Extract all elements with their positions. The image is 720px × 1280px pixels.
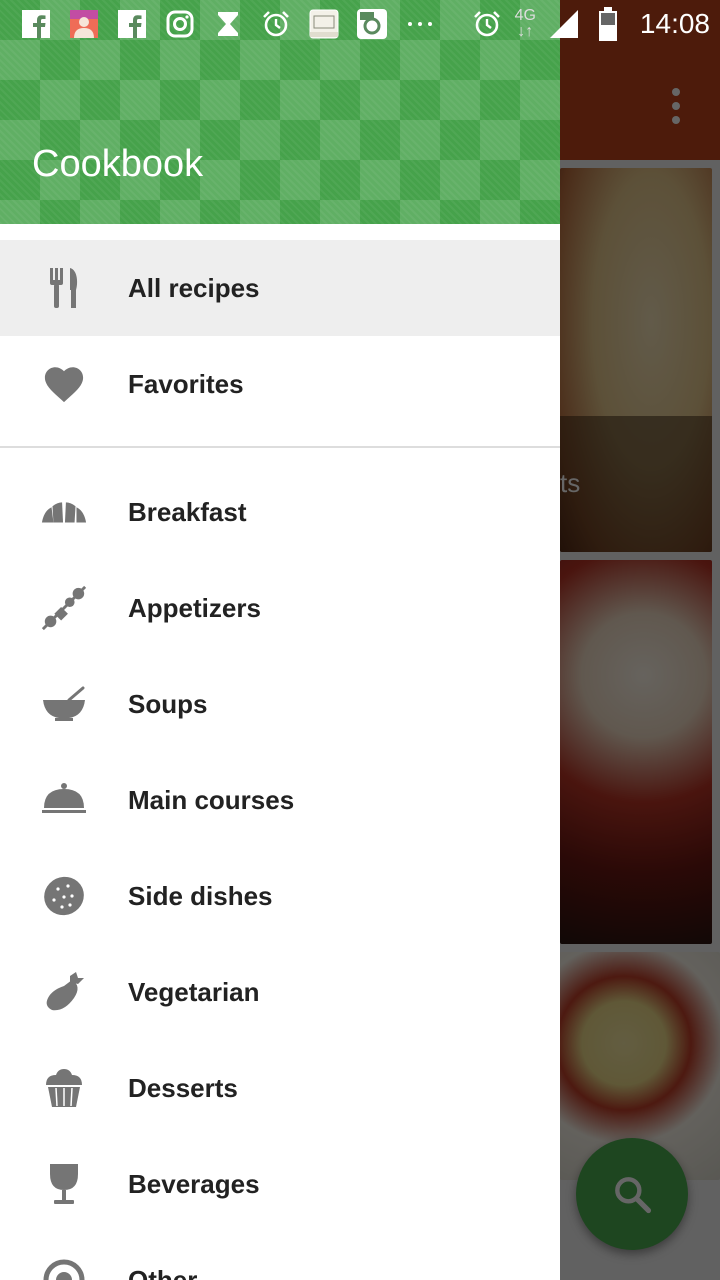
other-icon <box>40 1256 88 1280</box>
navigation-drawer: Cookbook All recipes Favorites Breakfast <box>0 0 560 1280</box>
potato-icon <box>40 872 88 920</box>
alarm-icon <box>260 8 292 40</box>
menu-item-label: Appetizers <box>128 593 261 623</box>
fork-knife-icon <box>40 264 88 312</box>
menu-item-label: Breakfast <box>128 497 247 527</box>
menu-item-side-dishes[interactable]: Side dishes <box>0 848 560 944</box>
battery-icon <box>592 7 624 41</box>
menu-item-favorites[interactable]: Favorites <box>0 336 560 432</box>
signal-icon <box>548 8 580 40</box>
network-type-indicator: 4G ↓↑ <box>514 7 536 40</box>
menu-item-label: Desserts <box>128 1073 238 1103</box>
system-status-icons: 4G ↓↑ 14:08 <box>471 7 710 41</box>
menu-item-label: Side dishes <box>128 881 273 911</box>
instagram-icon <box>164 8 196 40</box>
wine-glass-icon <box>40 1160 88 1208</box>
menu-item-soups[interactable]: Soups <box>0 656 560 752</box>
bible-icon <box>308 8 340 40</box>
cloche-icon <box>40 776 88 824</box>
menu-item-all-recipes[interactable]: All recipes <box>0 240 560 336</box>
croissant-icon <box>40 488 88 536</box>
more-notifications-icon <box>404 8 436 40</box>
facebook-icon <box>116 8 148 40</box>
menu-item-label: Beverages <box>128 1169 260 1199</box>
heart-icon <box>40 360 88 408</box>
menu-item-beverages[interactable]: Beverages <box>0 1136 560 1232</box>
menu-divider <box>0 446 560 448</box>
alarm-icon <box>471 8 503 40</box>
notification-icons <box>20 8 436 40</box>
menu-item-label: Main courses <box>128 785 295 815</box>
og-instagram-icon <box>356 8 388 40</box>
menu-item-label: Other <box>128 1265 198 1280</box>
menu-item-label: Favorites <box>128 369 244 399</box>
drawer-menu: All recipes Favorites Breakfast Appetize… <box>0 240 560 1280</box>
drawer-title: Cookbook <box>32 143 204 185</box>
clock-time: 14:08 <box>639 8 710 39</box>
cupcake-icon <box>40 1064 88 1112</box>
menu-item-label: All recipes <box>128 273 260 303</box>
menu-item-label: Soups <box>128 689 208 719</box>
menu-item-vegetarian[interactable]: Vegetarian <box>0 944 560 1040</box>
status-bar: 4G ↓↑ 14:08 <box>0 0 720 48</box>
facebook-icon <box>20 8 52 40</box>
menu-item-appetizers[interactable]: Appetizers <box>0 560 560 656</box>
menu-item-desserts[interactable]: Desserts <box>0 1040 560 1136</box>
soup-bowl-icon <box>40 680 88 728</box>
network-type-label: 4G <box>514 7 536 24</box>
menu-item-breakfast[interactable]: Breakfast <box>0 464 560 560</box>
menu-item-other[interactable]: Other <box>0 1232 560 1280</box>
eggplant-icon <box>40 968 88 1016</box>
skewer-icon <box>40 584 88 632</box>
instagram-profile-icon <box>68 8 100 40</box>
menu-item-main-courses[interactable]: Main courses <box>0 752 560 848</box>
menu-item-label: Vegetarian <box>128 977 260 1007</box>
hourglass-icon <box>212 8 244 40</box>
